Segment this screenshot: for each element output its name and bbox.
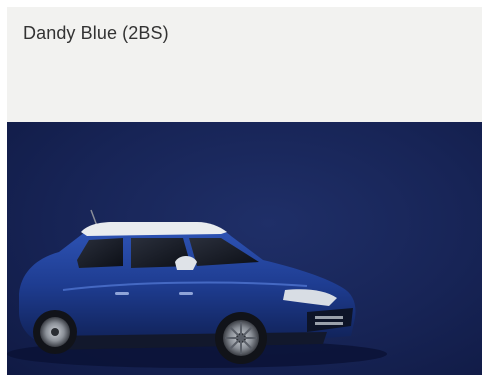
color-option-card[interactable]: Dandy Blue (2BS) [7, 7, 482, 375]
color-label-panel: Dandy Blue (2BS) [7, 7, 482, 122]
car-image [7, 209, 387, 368]
color-swatch-panel [7, 122, 482, 375]
color-name-label: Dandy Blue (2BS) [23, 23, 169, 43]
